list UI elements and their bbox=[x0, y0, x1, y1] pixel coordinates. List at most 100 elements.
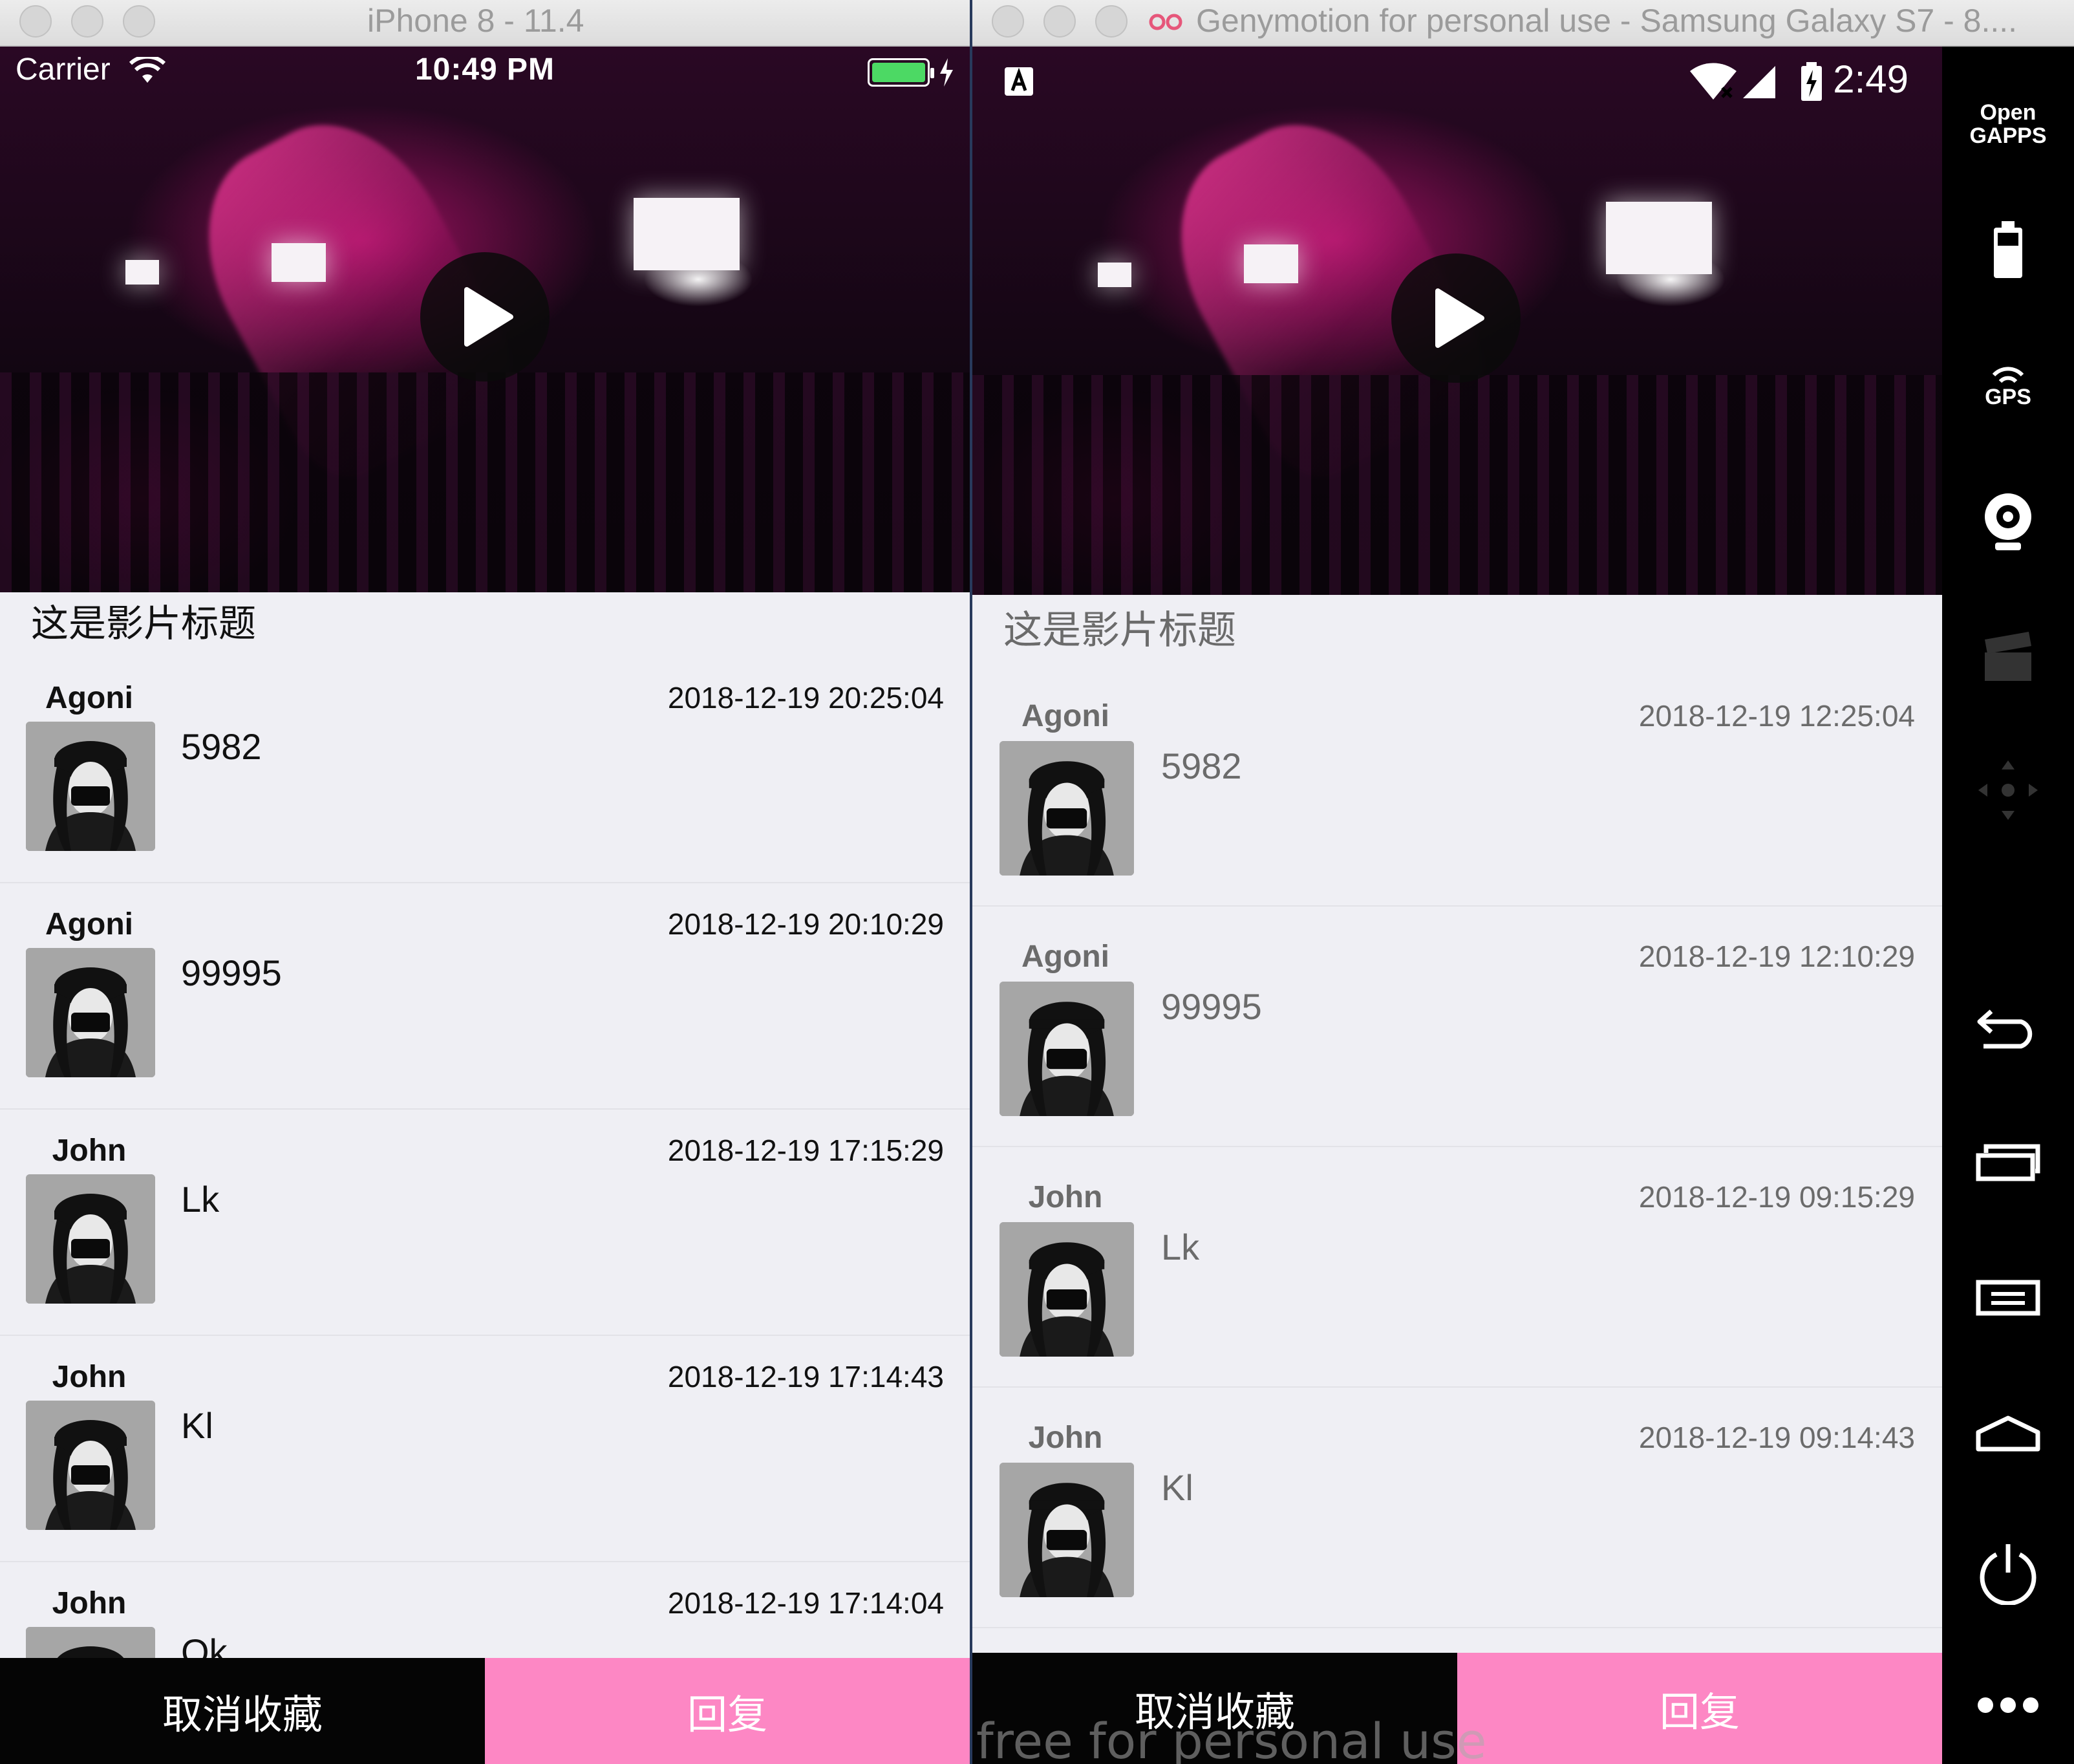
recent-apps-icon[interactable] bbox=[1942, 1120, 2074, 1204]
window-title: Genymotion for personal use - Samsung Ga… bbox=[1196, 3, 2018, 39]
video-player[interactable] bbox=[0, 47, 970, 592]
window-title: iPhone 8 - 11.4 bbox=[367, 3, 584, 39]
play-icon bbox=[464, 287, 513, 347]
comment-username: Agoni bbox=[45, 681, 133, 715]
stage-screen bbox=[1606, 202, 1712, 274]
clock: 2:49 bbox=[1833, 58, 1908, 101]
movie-title: 这是影片标题 bbox=[972, 595, 1942, 666]
watermark: free for personal use bbox=[976, 1712, 1487, 1764]
zoom-window-button[interactable] bbox=[1095, 5, 1128, 38]
comment-text: 5982 bbox=[181, 726, 262, 767]
comment-username: John bbox=[52, 1134, 127, 1168]
signal-icon bbox=[1743, 66, 1775, 98]
avatar[interactable] bbox=[1000, 1463, 1134, 1597]
comment-text: 99995 bbox=[1161, 986, 1262, 1027]
comment-timestamp: 2018-12-19 09:15:29 bbox=[1638, 1180, 1915, 1214]
comment-row: Agoni 2018-12-19 12:10:29 99995 bbox=[972, 907, 1942, 1147]
comment-text: Kl bbox=[1161, 1467, 1193, 1508]
avatar[interactable] bbox=[26, 1627, 155, 1658]
comment-row: John 2018-12-19 17:14:04 Ok bbox=[0, 1562, 970, 1658]
ios-titlebar: iPhone 8 - 11.4 bbox=[0, 0, 970, 47]
menu-icon[interactable] bbox=[1942, 1256, 2074, 1340]
home-icon[interactable] bbox=[1942, 1392, 2074, 1476]
avatar-image bbox=[26, 722, 155, 851]
dpad-icon[interactable] bbox=[1942, 745, 2074, 835]
genymotion-toolbar: Open GAPPS GPS bbox=[1942, 47, 2074, 1764]
minimize-window-button[interactable] bbox=[1043, 5, 1076, 38]
comment-row: John 2018-12-19 17:15:29 Lk bbox=[0, 1110, 970, 1336]
comment-timestamp: 2018-12-19 12:10:29 bbox=[1638, 940, 1915, 973]
movie-title: 这是影片标题 bbox=[0, 592, 970, 657]
more-icon[interactable] bbox=[1942, 1670, 2074, 1741]
avatar[interactable] bbox=[26, 1401, 155, 1530]
comment-username: John bbox=[1028, 1180, 1103, 1214]
wifi-icon bbox=[1690, 63, 1737, 100]
ios-status-bar: Carrier 10:49 PM bbox=[0, 47, 970, 98]
comment-text: 99995 bbox=[181, 952, 282, 993]
comment-timestamp: 2018-12-19 17:14:04 bbox=[667, 1586, 944, 1620]
avatar[interactable] bbox=[1000, 982, 1134, 1116]
gps-icon[interactable]: GPS bbox=[1942, 344, 2074, 428]
comment-list[interactable]: Agoni 2018-12-19 20:25:04 5982 Agoni 201… bbox=[0, 657, 970, 1658]
reply-button[interactable]: 回复 bbox=[485, 1658, 970, 1764]
ios-simulator-window: iPhone 8 - 11.4 Carrier 10:49 PM 这是影片标题 … bbox=[0, 0, 970, 1764]
battery-icon[interactable] bbox=[1942, 208, 2074, 292]
battery-icon bbox=[868, 58, 934, 87]
play-button[interactable] bbox=[420, 252, 550, 382]
comment-text: Lk bbox=[1161, 1227, 1200, 1267]
stage-screen bbox=[634, 198, 740, 270]
comment-text: Ok bbox=[181, 1631, 228, 1658]
comment-row: John 2018-12-19 09:15:29 Lk bbox=[972, 1147, 1942, 1388]
reply-button[interactable]: 回复 bbox=[1457, 1653, 1942, 1764]
comment-username: John bbox=[52, 1586, 127, 1620]
genymotion-logo-icon bbox=[1149, 14, 1182, 30]
comment-timestamp: 2018-12-19 20:25:04 bbox=[667, 681, 944, 715]
keyboard-notification-icon bbox=[1005, 67, 1033, 96]
play-icon bbox=[1435, 288, 1484, 348]
charging-icon bbox=[940, 58, 953, 87]
avatar[interactable] bbox=[1000, 1222, 1134, 1357]
comment-timestamp: 2018-12-19 12:25:04 bbox=[1638, 699, 1915, 733]
comment-timestamp: 2018-12-19 17:14:43 bbox=[667, 1360, 944, 1393]
open-gapps-icon[interactable]: Open GAPPS bbox=[1942, 85, 2074, 163]
play-button[interactable] bbox=[1391, 253, 1521, 383]
webcam-icon[interactable] bbox=[1942, 480, 2074, 564]
avatar-image bbox=[1000, 1463, 1134, 1597]
avatar-image bbox=[1000, 1222, 1134, 1357]
avatar-image bbox=[26, 1174, 155, 1304]
back-icon[interactable] bbox=[1942, 984, 2074, 1068]
comment-text: Lk bbox=[181, 1179, 220, 1220]
avatar-image bbox=[26, 948, 155, 1077]
avatar-image bbox=[1000, 741, 1134, 876]
avatar[interactable] bbox=[1000, 741, 1134, 876]
minimize-window-button[interactable] bbox=[71, 5, 103, 38]
comment-username: Agoni bbox=[1021, 940, 1109, 974]
comment-list[interactable]: Agoni 2018-12-19 12:25:04 5982 Agoni 201… bbox=[972, 666, 1942, 1653]
comment-timestamp: 2018-12-19 09:14:43 bbox=[1638, 1421, 1915, 1454]
avatar-image bbox=[26, 1627, 155, 1658]
comment-text: 5982 bbox=[1161, 746, 1242, 786]
comment-username: John bbox=[52, 1360, 127, 1394]
comment-timestamp: 2018-12-19 17:15:29 bbox=[667, 1134, 944, 1167]
genymotion-titlebar: Genymotion for personal use - Samsung Ga… bbox=[972, 0, 2074, 47]
avatar[interactable] bbox=[26, 722, 155, 851]
video-player[interactable] bbox=[972, 47, 1942, 595]
avatar[interactable] bbox=[26, 948, 155, 1077]
clapperboard-icon[interactable] bbox=[1942, 616, 2074, 700]
comment-row: Agoni 2018-12-19 12:25:04 5982 bbox=[972, 666, 1942, 907]
comment-row: John 2018-12-19 17:14:43 Kl bbox=[0, 1336, 970, 1562]
power-icon[interactable] bbox=[1942, 1527, 2074, 1618]
cancel-favorite-button[interactable]: 取消收藏 bbox=[0, 1658, 485, 1764]
zoom-window-button[interactable] bbox=[123, 5, 155, 38]
clock: 10:49 PM bbox=[414, 52, 555, 87]
comment-timestamp: 2018-12-19 20:10:29 bbox=[667, 907, 944, 941]
battery-charging-icon bbox=[1801, 62, 1822, 101]
close-window-button[interactable] bbox=[992, 5, 1024, 38]
close-window-button[interactable] bbox=[19, 5, 52, 38]
genymotion-window: Genymotion for personal use - Samsung Ga… bbox=[972, 0, 2074, 1764]
comment-username: Agoni bbox=[1021, 699, 1109, 733]
comment-row: Agoni 2018-12-19 20:25:04 5982 bbox=[0, 657, 970, 883]
avatar[interactable] bbox=[26, 1174, 155, 1304]
comment-username: Agoni bbox=[45, 907, 133, 941]
comment-row: Agoni 2018-12-19 20:10:29 99995 bbox=[0, 883, 970, 1110]
